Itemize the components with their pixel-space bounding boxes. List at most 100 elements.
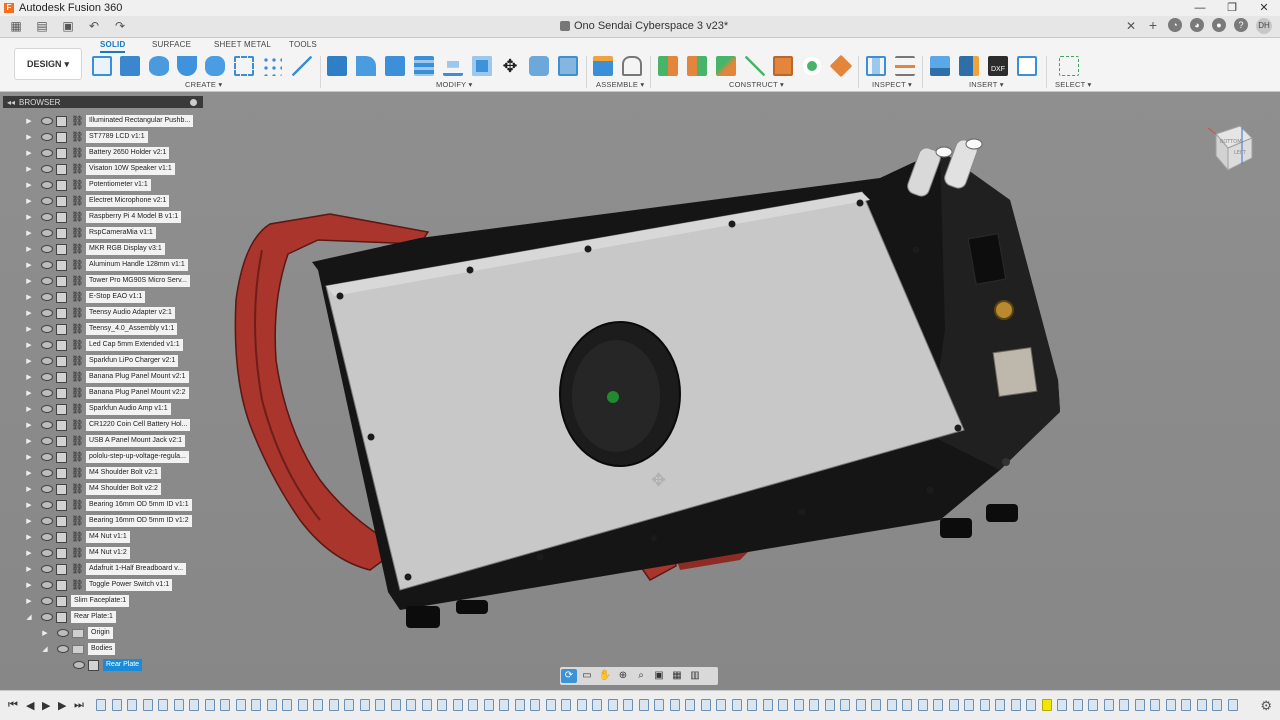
timeline-feature[interactable] xyxy=(421,699,432,711)
extensions-icon[interactable]: ◔ xyxy=(1168,18,1182,32)
timeline-feature[interactable] xyxy=(1150,699,1160,711)
zoom-icon[interactable]: ⊕ xyxy=(615,669,631,683)
timeline-end-icon[interactable]: ⏭ xyxy=(74,699,84,712)
tab-surface[interactable]: SURFACE xyxy=(152,40,191,49)
file-menu-icon[interactable]: ▤ xyxy=(34,19,50,33)
timeline-feature[interactable] xyxy=(328,699,339,711)
modify-menu[interactable]: MODIFY ▾ xyxy=(436,80,472,89)
visibility-eye-icon[interactable] xyxy=(41,341,53,349)
expand-arrow-icon[interactable]: ▶ xyxy=(25,213,33,221)
visibility-eye-icon[interactable] xyxy=(41,261,53,269)
timeline-feature[interactable] xyxy=(437,699,447,711)
browser-item[interactable]: ▶ ⛓ Tower Pro MG90S Micro Serv... xyxy=(25,274,190,288)
fillet-icon[interactable] xyxy=(356,56,376,76)
timeline-feature[interactable] xyxy=(809,699,819,711)
timeline-feature[interactable] xyxy=(902,699,912,711)
browser-item[interactable]: ▶ ⛓ Adafruit 1-Half Breadboard v... xyxy=(25,562,187,576)
timeline-feature[interactable] xyxy=(948,699,959,711)
viewcube[interactable]: BOTTOM LEFT xyxy=(1206,118,1262,174)
timeline-feature[interactable] xyxy=(1119,699,1129,711)
expand-arrow-icon[interactable]: ▶ xyxy=(25,597,33,605)
expand-arrow-icon[interactable]: ▶ xyxy=(25,245,33,253)
insert-menu[interactable]: INSERT ▾ xyxy=(969,80,1004,89)
visibility-eye-icon[interactable] xyxy=(41,405,53,413)
data-panel-icon[interactable]: ▦ xyxy=(8,19,24,33)
visibility-eye-icon[interactable] xyxy=(41,533,53,541)
timeline-feature[interactable] xyxy=(592,699,602,711)
visibility-eye-icon[interactable] xyxy=(41,437,53,445)
browser-item[interactable]: ▶ ⛓ Led Cap 5mm Extended v1:1 xyxy=(25,338,183,352)
timeline-feature[interactable] xyxy=(1088,699,1098,711)
visibility-eye-icon[interactable] xyxy=(41,501,53,509)
new-tab-icon[interactable]: + xyxy=(1146,18,1160,32)
timeline-feature[interactable] xyxy=(855,699,866,711)
timeline-feature[interactable] xyxy=(623,699,633,711)
timeline-feature[interactable] xyxy=(638,699,649,711)
cylinder-icon[interactable] xyxy=(149,56,169,76)
timeline-marker[interactable] xyxy=(1041,699,1052,711)
timeline-feature[interactable] xyxy=(886,699,897,711)
browser-item[interactable]: ▶ ⛓ Teensy Audio Adapter v2:1 xyxy=(25,306,175,320)
visibility-eye-icon[interactable] xyxy=(41,357,53,365)
timeline-feature[interactable] xyxy=(468,699,478,711)
visibility-eye-icon[interactable] xyxy=(41,581,53,589)
browser-item[interactable]: ▶ Origin xyxy=(41,626,113,640)
browser-item[interactable]: ▶ ⛓ Raspberry Pi 4 Model B v1:1 xyxy=(25,210,182,224)
inspect-menu[interactable]: INSPECT ▾ xyxy=(872,80,912,89)
close-tab-icon[interactable]: ✕ xyxy=(1126,19,1136,33)
select-window-icon[interactable] xyxy=(1059,56,1079,76)
visibility-eye-icon[interactable] xyxy=(41,309,53,317)
browser-item[interactable]: ▶ ⛓ Banana Plug Panel Mount v2:2 xyxy=(25,386,189,400)
pan-icon[interactable]: ✋ xyxy=(597,669,613,683)
timeline-feature[interactable] xyxy=(561,699,571,711)
visibility-eye-icon[interactable] xyxy=(41,485,53,493)
timeline-feature[interactable] xyxy=(483,699,494,711)
expand-arrow-icon[interactable]: ▶ xyxy=(25,405,33,413)
timeline-feature[interactable] xyxy=(1181,699,1191,711)
section-analysis-icon[interactable] xyxy=(866,56,886,76)
visibility-eye-icon[interactable] xyxy=(41,165,53,173)
move-copy-icon[interactable]: ✥ xyxy=(500,56,520,76)
timeline-feature[interactable] xyxy=(282,699,292,711)
browser-item[interactable]: ▶ ⛓ Illuminated Rectangular Pushb... xyxy=(25,114,194,128)
browser-item[interactable]: ▶ ⛓ MKR RGB Display v3:1 xyxy=(25,242,165,256)
press-pull-icon[interactable] xyxy=(327,56,347,76)
save-icon[interactable]: ▣ xyxy=(60,19,76,33)
expand-arrow-icon[interactable]: ▶ xyxy=(25,469,33,477)
grid-icon[interactable]: ▦ xyxy=(669,669,685,683)
browser-item[interactable]: ▶ ⛓ Teensy_4.0_Assembly v1:1 xyxy=(25,322,178,336)
visibility-eye-icon[interactable] xyxy=(41,149,53,157)
browser-item[interactable]: ▶ ⛓ M4 Nut v1:1 xyxy=(25,530,130,544)
timeline-feature[interactable] xyxy=(313,699,323,711)
browser-item[interactable]: ▶ ⛓ E-Stop EAO v1:1 xyxy=(25,290,146,304)
fit-icon[interactable]: ⌕ xyxy=(633,669,649,683)
visibility-eye-icon[interactable] xyxy=(41,565,53,573)
timeline-feature[interactable] xyxy=(499,699,509,711)
timeline-feature[interactable] xyxy=(669,699,680,711)
timeline-feature[interactable] xyxy=(1196,699,1207,711)
tab-solid[interactable]: SOLID xyxy=(100,40,126,53)
visibility-eye-icon[interactable] xyxy=(41,133,53,141)
timeline-play-icon[interactable]: ▶ xyxy=(42,699,50,712)
job-status-icon[interactable]: ◕ xyxy=(1190,18,1204,32)
timeline-feature[interactable] xyxy=(173,699,184,711)
timeline-feature[interactable] xyxy=(778,699,788,711)
browser-item[interactable]: ▶ ⛓ Visaton 10W Speaker v1:1 xyxy=(25,162,175,176)
timeline-feature[interactable] xyxy=(1165,699,1176,711)
browser-item[interactable]: ◢ Rear Plate:1 xyxy=(25,610,116,624)
visibility-eye-icon[interactable] xyxy=(41,549,53,557)
expand-arrow-icon[interactable]: ▶ xyxy=(25,197,33,205)
browser-pin-icon[interactable] xyxy=(190,98,197,106)
close-window-button[interactable]: ✕ xyxy=(1248,0,1280,16)
visibility-eye-icon[interactable] xyxy=(57,629,69,637)
timeline-feature[interactable] xyxy=(1010,699,1021,711)
timeline-feature[interactable] xyxy=(375,699,385,711)
new-component-icon[interactable] xyxy=(593,56,613,76)
plane-at-angle-icon[interactable] xyxy=(687,56,707,76)
assemble-menu[interactable]: ASSEMBLE ▾ xyxy=(596,80,644,89)
timeline-feature[interactable] xyxy=(344,699,354,711)
timeline-feature[interactable] xyxy=(1072,699,1083,711)
timeline-feature[interactable] xyxy=(452,699,463,711)
undo-icon[interactable]: ↶ xyxy=(86,19,102,33)
expand-arrow-icon[interactable]: ▶ xyxy=(25,437,33,445)
